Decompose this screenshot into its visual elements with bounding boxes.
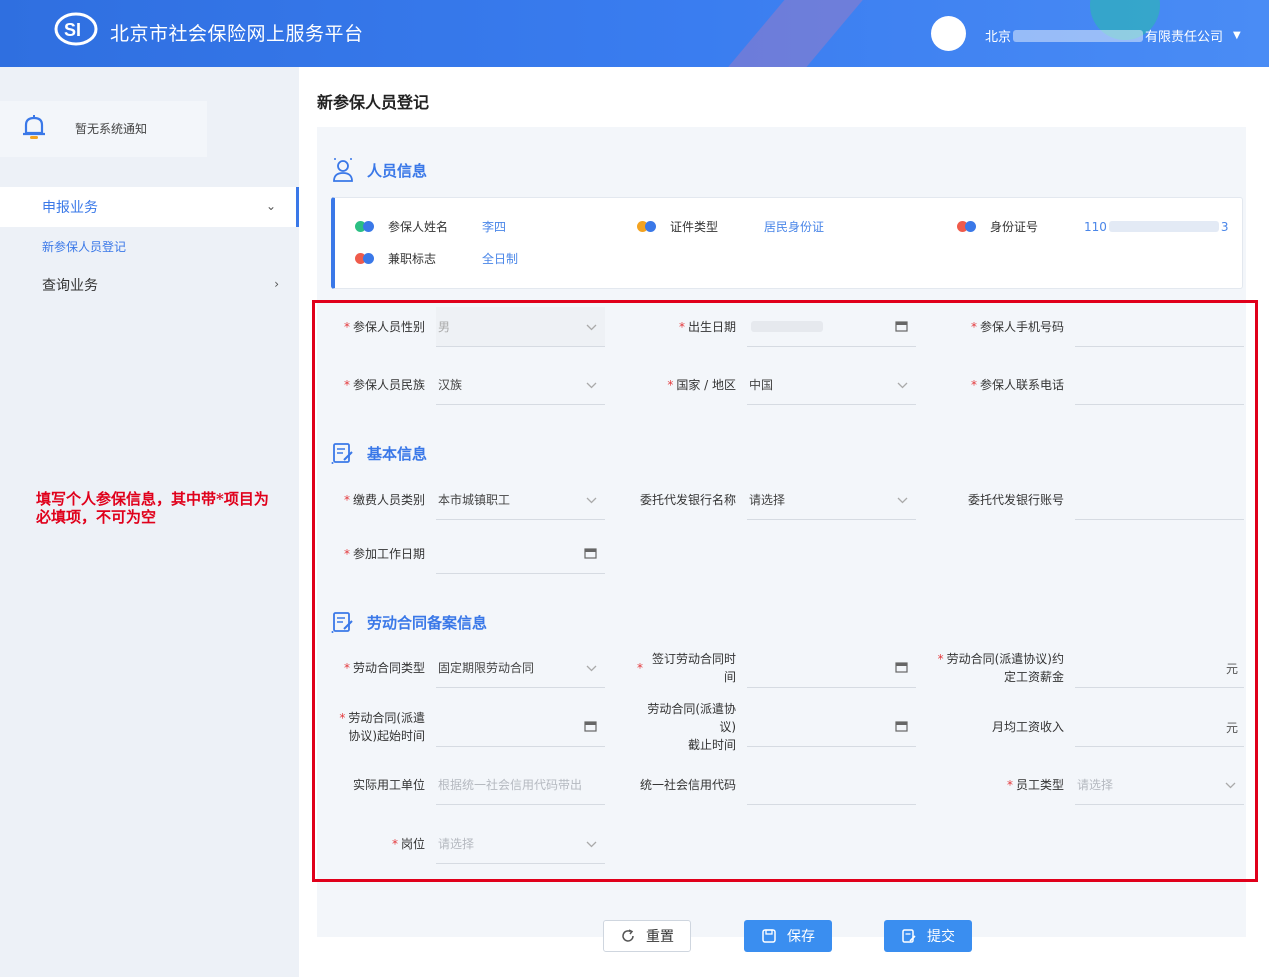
field-account: 委托代发银行账号 — [965, 480, 1244, 520]
field-gender: * 参保人员性别 男 — [327, 307, 605, 347]
si-logo-icon: SI — [54, 12, 98, 46]
chevron-down-icon — [586, 493, 597, 507]
chevron-down-icon — [897, 378, 908, 392]
monthly-input[interactable]: 元 — [1075, 707, 1244, 747]
calendar-icon — [584, 720, 597, 735]
section-contract-info: 劳动合同备案信息 — [331, 610, 487, 634]
caret-down-icon: ▼ — [1233, 30, 1241, 41]
birth-date-input[interactable] — [747, 307, 916, 347]
contract-type-select[interactable]: 固定期限劳动合同 — [436, 648, 605, 688]
chevron-down-icon — [586, 837, 597, 851]
emp-type-select[interactable]: 请选择 — [1075, 765, 1244, 805]
company-dropdown[interactable]: 北京 有限责任公司 ▼ — [985, 26, 1241, 45]
sidebar-item-query[interactable]: 查询业务 › — [0, 265, 299, 305]
field-mobile: * 参保人手机号码 — [965, 307, 1244, 347]
calendar-icon — [895, 720, 908, 735]
account-input[interactable] — [1075, 480, 1244, 520]
section-person-info: 人员信息 — [331, 157, 427, 183]
start-time-input[interactable] — [436, 707, 605, 747]
info-parttime: 兼职标志 全日制 — [355, 250, 518, 267]
credit-code-input[interactable] — [747, 765, 916, 805]
field-emp-type: * 员工类型 请选择 — [965, 765, 1244, 805]
gender-select[interactable]: 男 — [436, 307, 605, 347]
info-idno: 身份证号 110 3 — [957, 218, 1229, 235]
person-info-box: 参保人姓名 李四 证件类型 居民身份证 身份证号 110 3 兼职标志 全日制 — [331, 197, 1243, 289]
field-salary: * 劳动合同(派遣协议)约 定工资薪金 元 — [925, 648, 1244, 688]
side-menu: 申报业务 ⌄ 新参保人员登记 查询业务 › — [0, 187, 299, 305]
chevron-down-icon — [897, 493, 908, 507]
field-ethnic: * 参保人员民族 汉族 — [327, 365, 605, 405]
sign-time-input[interactable] — [747, 648, 916, 688]
edit-doc-icon — [902, 929, 916, 943]
calendar-icon — [895, 661, 908, 676]
avatar[interactable] — [931, 16, 966, 51]
field-credit-code: 统一社会信用代码 — [637, 765, 916, 805]
field-actual-unit: 实际用工单位 根据统一社会信用代码带出 — [327, 765, 605, 805]
field-monthly: 月均工资收入 元 — [965, 707, 1244, 747]
save-icon — [762, 929, 776, 943]
svg-text:SI: SI — [64, 20, 81, 40]
field-end-time: 劳动合同(派遣协议) 截止时间 — [637, 702, 916, 752]
chevron-down-icon: ⌄ — [265, 199, 276, 213]
app-title: 北京市社会保险网上服务平台 — [110, 23, 364, 45]
chevron-down-icon — [1225, 778, 1236, 792]
field-bank: 委托代发银行名称 请选择 — [637, 480, 916, 520]
submit-button[interactable]: 提交 — [884, 920, 972, 952]
chevron-down-icon — [586, 378, 597, 392]
red-annotation: 填写个人参保信息，其中带*项目为必填项，不可为空 — [36, 490, 269, 526]
country-select[interactable]: 中国 — [747, 365, 916, 405]
page-title: 新参保人员登记 — [317, 93, 430, 112]
dots-icon — [355, 221, 374, 232]
ethnic-select[interactable]: 汉族 — [436, 365, 605, 405]
redacted-birth — [751, 321, 823, 332]
field-contract-type: * 劳动合同类型 固定期限劳动合同 — [327, 648, 605, 688]
field-workdate: * 参加工作日期 — [327, 534, 605, 574]
actual-unit-input[interactable]: 根据统一社会信用代码带出 — [436, 765, 605, 805]
dots-icon — [957, 221, 976, 232]
sidebar-item-new-insured[interactable]: 新参保人员登记 — [0, 227, 299, 265]
edit-doc-icon — [331, 612, 353, 633]
save-button[interactable]: 保存 — [744, 920, 832, 952]
redacted-id — [1108, 221, 1219, 232]
chevron-down-icon — [586, 320, 597, 334]
dots-icon — [355, 253, 374, 264]
field-post: * 岗位 请选择 — [327, 824, 605, 864]
field-country: * 国家 / 地区 中国 — [637, 365, 916, 405]
dots-icon — [637, 221, 656, 232]
field-phone: * 参保人联系电话 — [965, 365, 1244, 405]
info-name: 参保人姓名 李四 — [355, 218, 506, 235]
section-basic-info: 基本信息 — [331, 441, 427, 465]
person-icon — [333, 158, 353, 182]
reset-button[interactable]: 重置 — [603, 920, 691, 952]
bank-select[interactable]: 请选择 — [747, 480, 916, 520]
salary-input[interactable]: 元 — [1075, 648, 1244, 688]
notice-text: 暂无系统通知 — [75, 122, 148, 136]
post-select[interactable]: 请选择 — [436, 824, 605, 864]
refresh-icon — [622, 929, 634, 942]
redacted-company-name — [1013, 29, 1144, 42]
paytype-select[interactable]: 本市城镇职工 — [436, 480, 605, 520]
sidebar-item-declare[interactable]: 申报业务 ⌄ — [0, 187, 299, 227]
mobile-input[interactable] — [1075, 307, 1244, 347]
main-content: 新参保人员登记 人员信息 参保人姓名 李四 证件类型 居民身份证 身份证号 11… — [299, 67, 1269, 977]
field-birth: * 出生日期 — [637, 307, 916, 347]
edit-doc-icon — [331, 443, 353, 464]
chevron-right-icon: › — [274, 277, 279, 291]
top-header: SI 北京市社会保险网上服务平台 北京 有限责任公司 ▼ — [0, 0, 1269, 67]
info-idtype: 证件类型 居民身份证 — [637, 218, 824, 235]
field-paytype: * 缴费人员类别 本市城镇职工 — [327, 480, 605, 520]
field-sign-time: * 签订劳动合同时间 — [637, 648, 916, 688]
calendar-icon — [584, 547, 597, 562]
chevron-down-icon — [586, 661, 597, 675]
calendar-icon — [895, 320, 908, 335]
phone-input[interactable] — [1075, 365, 1244, 405]
bell-icon — [23, 115, 45, 139]
end-time-input[interactable] — [747, 707, 916, 747]
field-start-time: * 劳动合同(派遣 协议)起始时间 — [327, 707, 605, 747]
workdate-input[interactable] — [436, 534, 605, 574]
